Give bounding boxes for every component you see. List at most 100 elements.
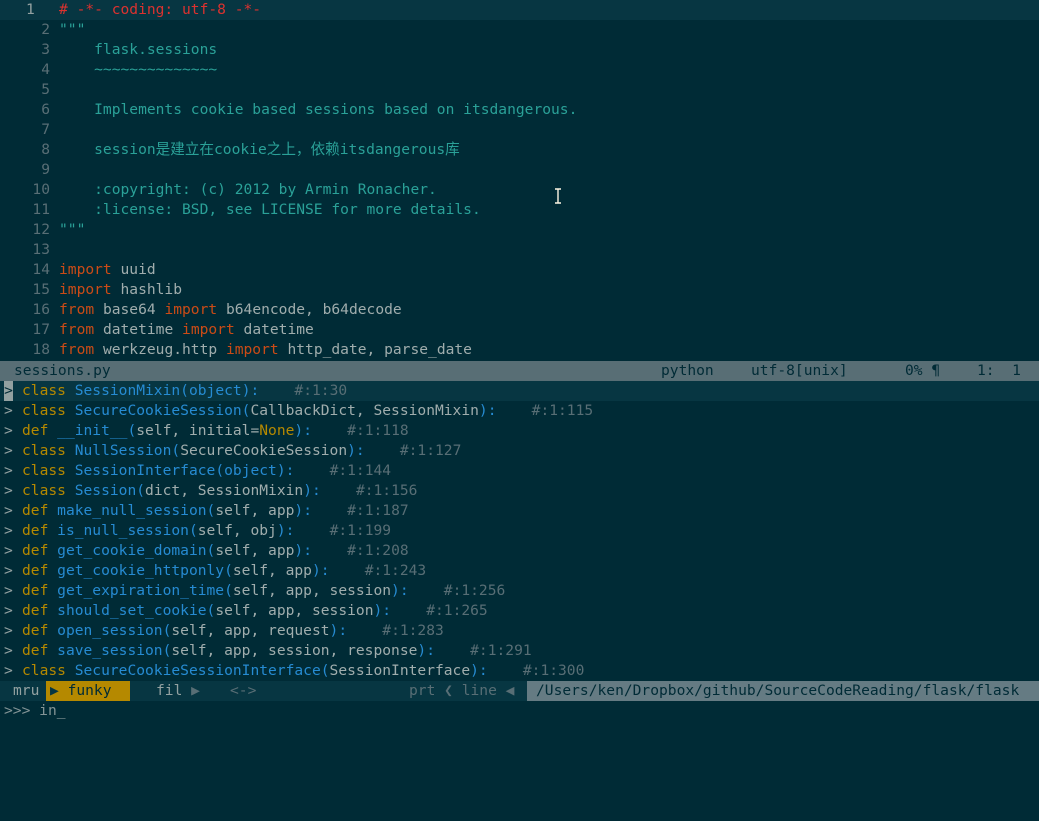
status-line: sessions.py python utf-8[unix] 0% ¶ 1: 1 <box>0 361 1039 381</box>
code-line[interactable]: 10 :copyright: (c) 2012 by Armin Ronache… <box>0 180 1039 200</box>
code-line[interactable]: 16 from base64 import b64encode, b64decod… <box>0 300 1039 320</box>
result-location-tag: #:1:187 <box>347 502 409 519</box>
result-item[interactable]: > class NullSession(SecureCookieSession):… <box>0 441 1039 461</box>
result-item[interactable]: > def save_session(self, app, session, re… <box>0 641 1039 661</box>
chevron-right-icon: > <box>4 602 13 619</box>
result-keyword: def <box>22 562 49 579</box>
line-number: 18 <box>32 341 50 358</box>
result-item[interactable]: > def make_null_session(self, app): #:1:1… <box>0 501 1039 521</box>
result-args: dict, SessionMixin <box>145 482 304 499</box>
result-item[interactable]: > def get_expiration_time(self, app, sess… <box>0 581 1039 601</box>
result-item[interactable]: > class SecureCookieSession(CallbackDict,… <box>0 401 1039 421</box>
code-line[interactable]: 11 :license: BSD, see LICENSE for more d… <box>0 200 1039 220</box>
result-item[interactable]: > def should_set_cookie(self, app, sessio… <box>0 601 1039 621</box>
result-name: SecureCookieSession <box>74 402 242 419</box>
chevron-right-icon: > <box>4 381 13 401</box>
result-args: self, app <box>215 502 295 519</box>
result-keyword: class <box>22 382 66 399</box>
code-line[interactable]: 5 <box>0 80 1039 100</box>
code-token: import <box>164 301 218 318</box>
code-line[interactable]: 7 <box>0 120 1039 140</box>
mode-fil[interactable]: fil ▶ <box>130 681 220 701</box>
result-location-tag: #:1:156 <box>355 482 418 499</box>
prompt-input[interactable]: in <box>39 702 57 719</box>
ctrlp-results-list[interactable]: > class SessionMixin(object): #:1:30 > clas… <box>0 381 1039 681</box>
editor-pane[interactable]: 1 # -*- coding: utf-8 -*- 2 """ 3 flask.sess… <box>0 0 1039 361</box>
result-item[interactable]: > def is_null_session(self, obj): #:1:199 <box>0 521 1039 541</box>
result-name: open_session <box>57 622 163 639</box>
code-line[interactable]: 4 ~~~~~~~~~~~~~~ <box>0 60 1039 80</box>
result-location-tag: #:1:115 <box>531 402 594 419</box>
chevron-right-icon: > <box>4 402 13 419</box>
result-keyword: class <box>22 402 66 419</box>
result-item[interactable]: > class SessionMixin(object): #:1:30 <box>0 381 1039 401</box>
code-token: http_date, parse_date <box>278 341 472 358</box>
mode-mru[interactable]: mru <box>0 681 46 701</box>
chevron-right-icon: > <box>4 442 13 459</box>
result-args: ): <box>329 622 348 639</box>
code-line[interactable]: 17 from datetime import datetime <box>0 320 1039 340</box>
result-name: get_cookie_domain <box>57 542 207 559</box>
result-args: ( <box>215 462 225 479</box>
line-number: 8 <box>41 141 50 158</box>
line-number: 12 <box>32 221 50 238</box>
code-line[interactable]: 8 session是建立在cookie之上，依赖itsdangerous库 <box>0 140 1039 160</box>
result-item[interactable]: > class Session(dict, SessionMixin): #:1:… <box>0 481 1039 501</box>
chevron-right-icon: > <box>4 422 13 439</box>
result-item[interactable]: > def get_cookie_domain(self, app): #:1:2… <box>0 541 1039 561</box>
result-name: Session <box>74 482 137 499</box>
result-item[interactable]: > class SessionInterface(object): #:1:144 <box>0 461 1039 481</box>
result-keyword: class <box>22 482 66 499</box>
working-directory-path: /Users/ken/Dropbox/github/SourceCodeRead… <box>527 681 1039 701</box>
status-filename: sessions.py <box>14 362 111 379</box>
code-line[interactable]: 14 import uuid <box>0 260 1039 280</box>
code-line[interactable]: 15 import hashlib <box>0 280 1039 300</box>
result-keyword: def <box>22 542 49 559</box>
code-line[interactable]: 3 flask.sessions <box>0 40 1039 60</box>
result-args: ( <box>127 422 137 439</box>
result-args: ): <box>417 642 435 659</box>
result-item[interactable]: > def get_cookie_httponly(self, app): #:1… <box>0 561 1039 581</box>
result-location-tag: #:1:300 <box>522 662 585 679</box>
line-number: 11 <box>32 201 50 218</box>
ctrlp-prompt[interactable]: >>> in_ <box>0 701 1039 720</box>
result-args: SecureCookieSession <box>180 442 348 459</box>
chevron-right-icon: > <box>4 662 13 679</box>
code-line[interactable]: 6 Implements cookie based sessions based… <box>0 100 1039 120</box>
code-token: import <box>225 341 279 358</box>
result-item[interactable]: > class SecureCookieSessionInterface(Sess… <box>0 661 1039 681</box>
prompt-mode-indicator: prt ❮ line ◀ <box>409 682 515 699</box>
line-number: 4 <box>41 61 50 78</box>
code-line[interactable]: 12 """ <box>0 220 1039 240</box>
result-keyword: def <box>22 642 49 659</box>
result-name: save_session <box>57 642 163 659</box>
result-name: SessionInterface <box>74 462 216 479</box>
result-keyword: def <box>22 582 49 599</box>
code-token: b64encode, b64decode <box>217 301 402 318</box>
result-args: ( <box>320 662 330 679</box>
result-args: SessionInterface <box>329 662 471 679</box>
code-line[interactable]: 9 <box>0 160 1039 180</box>
result-item[interactable]: > def open_session(self, app, request): #… <box>0 621 1039 641</box>
result-args: self, app, session <box>232 582 392 599</box>
result-item[interactable]: > def __init__(self, initial=None): #:1:1… <box>0 421 1039 441</box>
chevron-right-icon: > <box>4 502 13 519</box>
mode-funky-label: funky <box>67 682 112 699</box>
code-token: """ <box>59 21 86 38</box>
code-token: :copyright: (c) 2012 by Armin Ronacher. <box>59 181 437 198</box>
result-args: ( <box>206 542 216 559</box>
chevron-right-icon: > <box>4 522 13 539</box>
mode-funky[interactable]: ▶ funky <box>46 681 130 701</box>
code-token: Implements cookie based sessions based o… <box>59 101 578 118</box>
code-line[interactable]: 2 """ <box>0 20 1039 40</box>
result-name: get_expiration_time <box>57 582 225 599</box>
result-args: ( <box>206 602 216 619</box>
result-keyword: class <box>22 442 66 459</box>
result-args: self, app <box>232 562 312 579</box>
result-args: ): <box>391 582 409 599</box>
code-line[interactable]: 1 # -*- coding: utf-8 -*- <box>0 0 1039 20</box>
mode-fil-label: fil <box>156 682 183 699</box>
code-line[interactable]: 18 from werkzeug.http import http_date, p… <box>0 340 1039 360</box>
code-line[interactable]: 13 <box>0 240 1039 260</box>
result-location-tag: #:1:118 <box>347 422 409 439</box>
